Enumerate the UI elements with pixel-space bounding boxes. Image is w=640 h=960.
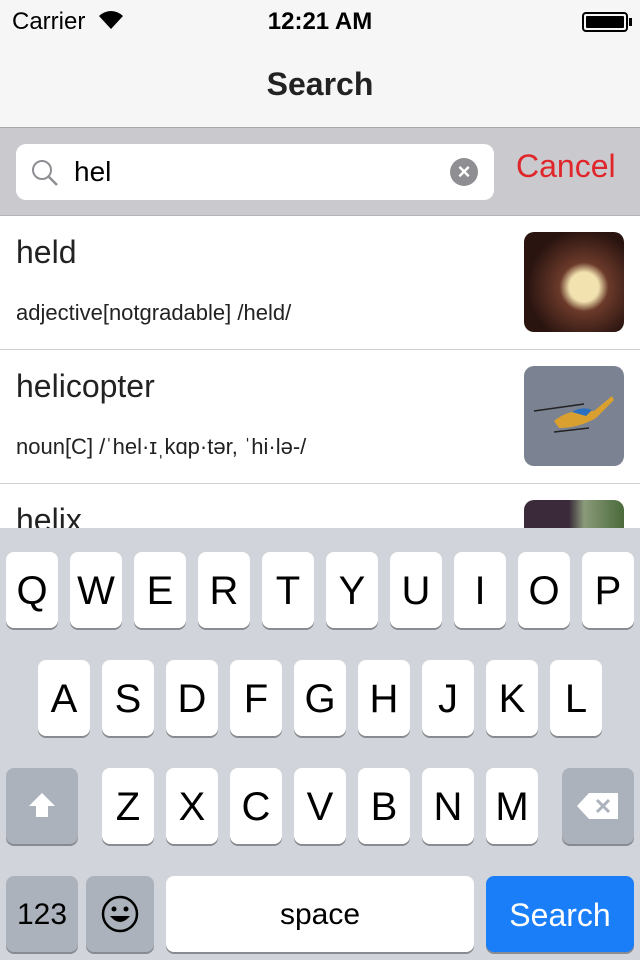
clear-icon[interactable]: × [450, 158, 478, 186]
helicopter-image [524, 366, 624, 466]
search-icon [32, 160, 58, 186]
keyboard: Q W E R T Y U I O P A S D F G H J K L Z … [0, 528, 640, 960]
key-h[interactable]: H [358, 660, 410, 736]
key-k[interactable]: K [486, 660, 538, 736]
shift-key[interactable] [6, 768, 78, 844]
key-b[interactable]: B [358, 768, 410, 844]
status-bar: Carrier 12:21 AM [0, 0, 640, 40]
key-j[interactable]: J [422, 660, 474, 736]
search-field[interactable]: × [16, 144, 494, 200]
key-i[interactable]: I [454, 552, 506, 628]
search-input[interactable] [74, 152, 434, 192]
key-a[interactable]: A [38, 660, 90, 736]
result-definition: adjective[notgradable] /held/ [16, 300, 292, 325]
key-q[interactable]: Q [6, 552, 58, 628]
key-o[interactable]: O [518, 552, 570, 628]
page-title: Search [0, 40, 640, 128]
key-f[interactable]: F [230, 660, 282, 736]
space-key[interactable]: space [166, 876, 474, 952]
shift-icon [29, 793, 55, 817]
key-e[interactable]: E [134, 552, 186, 628]
key-z[interactable]: Z [102, 768, 154, 844]
list-item[interactable]: helicopter noun[C] /ˈhel·ɪˌkɑp·tər, ˈhi·… [0, 350, 640, 484]
search-key[interactable]: Search [486, 876, 634, 952]
result-definition: noun[C] /ˈhel·ɪˌkɑp·tər, ˈhi·lə-/ [16, 434, 307, 459]
numbers-key[interactable]: 123 [6, 876, 78, 952]
result-word: held [16, 234, 77, 270]
emoji-icon [101, 895, 139, 933]
key-n[interactable]: N [422, 768, 474, 844]
result-word: helicopter [16, 368, 155, 404]
key-t[interactable]: T [262, 552, 314, 628]
key-d[interactable]: D [166, 660, 218, 736]
clock: 12:21 AM [267, 8, 373, 35]
key-y[interactable]: Y [326, 552, 378, 628]
key-x[interactable]: X [166, 768, 218, 844]
key-r[interactable]: R [198, 552, 250, 628]
list-item[interactable]: held adjective[notgradable] /held/ [0, 216, 640, 350]
key-g[interactable]: G [294, 660, 346, 736]
key-u[interactable]: U [390, 552, 442, 628]
key-l[interactable]: L [550, 660, 602, 736]
battery-icon [582, 12, 632, 32]
cancel-button[interactable]: Cancel [516, 148, 616, 185]
key-c[interactable]: C [230, 768, 282, 844]
emoji-key[interactable] [86, 876, 154, 952]
chick-image [524, 232, 624, 332]
search-bar: × Cancel [0, 128, 640, 216]
key-s[interactable]: S [102, 660, 154, 736]
key-v[interactable]: V [294, 768, 346, 844]
backspace-key[interactable] [562, 768, 634, 844]
key-p[interactable]: P [582, 552, 634, 628]
key-w[interactable]: W [70, 552, 122, 628]
key-m[interactable]: M [486, 768, 538, 844]
backspace-icon [577, 793, 618, 819]
